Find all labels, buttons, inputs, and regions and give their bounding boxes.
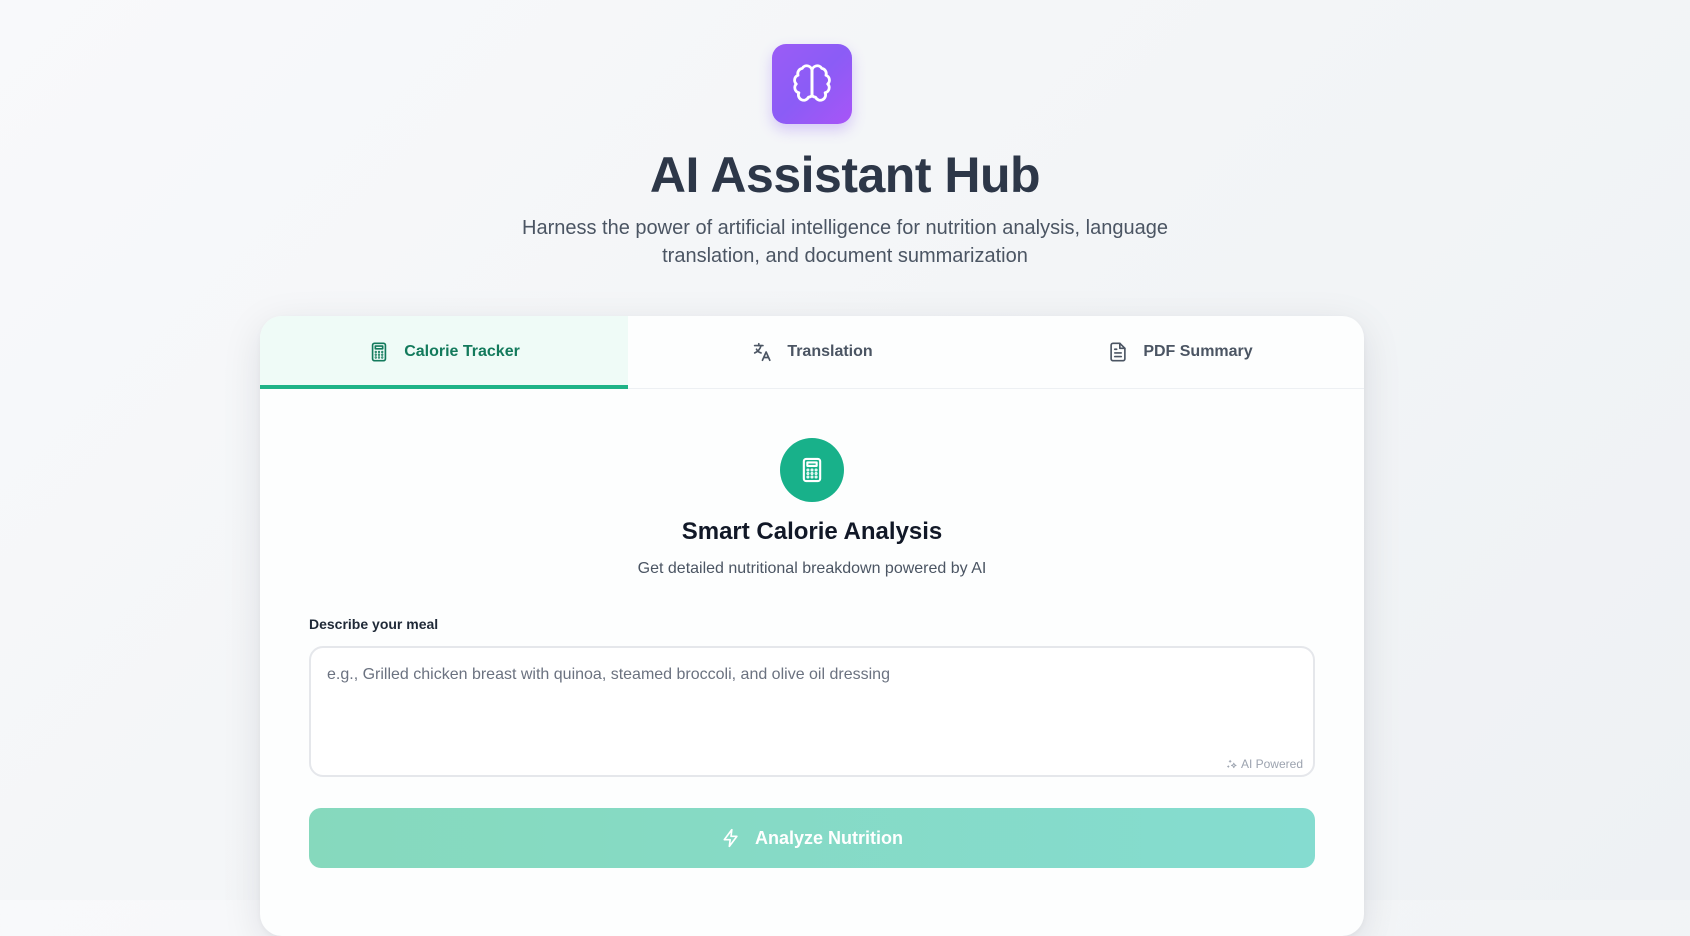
lightning-icon — [723, 828, 738, 848]
calculator-icon — [802, 457, 822, 483]
section-subtitle: Get detailed nutritional breakdown power… — [637, 560, 987, 577]
calculator-icon — [371, 342, 387, 362]
meal-field-label: Describe your meal — [309, 616, 439, 632]
analyze-nutrition-button[interactable]: Analyze Nutrition — [309, 808, 1315, 868]
translate-icon — [754, 342, 771, 362]
tab-label: PDF Summary — [1143, 343, 1253, 360]
tab-translation[interactable]: Translation — [628, 316, 996, 388]
calorie-section-icon — [780, 438, 844, 502]
ai-powered-badge: AI Powered — [1226, 757, 1303, 771]
assistant-card: Calorie Tracker Translation PDF Summary … — [260, 316, 1364, 936]
document-icon — [1110, 342, 1127, 362]
tab-bar: Calorie Tracker Translation PDF Summary — [260, 316, 1364, 389]
meal-description-input[interactable] — [311, 648, 1313, 775]
section-title: Smart Calorie Analysis — [681, 518, 943, 545]
tab-calorie-tracker[interactable]: Calorie Tracker — [260, 316, 628, 389]
page-title: AI Assistant Hub — [649, 147, 1041, 203]
tab-label: Calorie Tracker — [404, 343, 520, 360]
tab-pdf-summary[interactable]: PDF Summary — [996, 316, 1364, 388]
sparkles-icon — [1227, 759, 1237, 768]
page-subtitle: Harness the power of artificial intellig… — [522, 217, 1168, 267]
brain-icon — [793, 64, 831, 102]
ai-powered-label: AI Powered — [1240, 757, 1303, 771]
analyze-button-label: Analyze Nutrition — [754, 827, 903, 848]
tab-label: Translation — [787, 343, 873, 360]
meal-input-container: AI Powered — [309, 646, 1315, 777]
app-logo — [772, 44, 852, 124]
